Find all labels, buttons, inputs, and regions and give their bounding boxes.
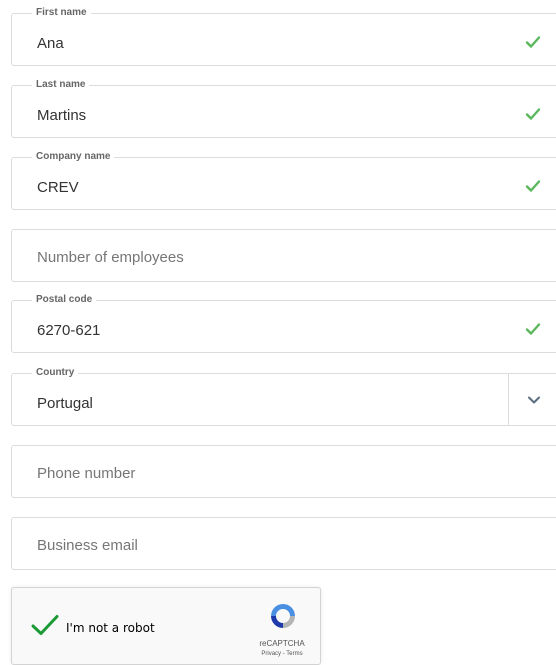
employees-field[interactable]: Number of employees: [11, 229, 556, 282]
company-name-value[interactable]: CREV: [37, 179, 79, 197]
recaptcha-brand: reCAPTCHA: [259, 639, 305, 648]
email-placeholder[interactable]: Business email: [37, 537, 138, 555]
first-name-value[interactable]: Ana: [37, 35, 64, 53]
company-name-label: Company name: [32, 151, 115, 163]
first-name-field[interactable]: First name Ana: [11, 7, 556, 66]
recaptcha-logo-icon: [271, 604, 295, 628]
checkmark-icon: [525, 36, 541, 48]
recaptcha-links[interactable]: Privacy - Terms: [232, 651, 332, 657]
captcha-label[interactable]: I'm not a robot: [66, 621, 155, 635]
email-field[interactable]: Business email: [11, 517, 556, 570]
postal-code-label: Postal code: [32, 294, 97, 306]
checkmark-icon: [525, 108, 541, 120]
phone-placeholder[interactable]: Phone number: [37, 465, 135, 483]
last-name-value[interactable]: Martins: [37, 107, 86, 125]
employees-placeholder[interactable]: Number of employees: [37, 249, 184, 267]
checkmark-icon: [525, 180, 541, 192]
captcha-checkbox[interactable]: [31, 614, 59, 636]
last-name-field[interactable]: Last name Martins: [11, 79, 556, 138]
select-divider: [508, 374, 509, 425]
phone-field[interactable]: Phone number: [11, 445, 556, 498]
checkmark-icon: [525, 323, 541, 335]
chevron-down-icon[interactable]: [527, 395, 541, 405]
postal-code-value[interactable]: 6270-621: [37, 322, 100, 340]
recaptcha-widget: I'm not a robot reCAPTCHA Privacy - Term…: [11, 587, 321, 665]
country-select[interactable]: Country Portugal: [11, 367, 556, 426]
country-value[interactable]: Portugal: [37, 395, 93, 413]
last-name-label: Last name: [32, 79, 90, 91]
first-name-label: First name: [32, 7, 91, 19]
country-label: Country: [32, 367, 79, 379]
company-name-field[interactable]: Company name CREV: [11, 151, 556, 210]
postal-code-field[interactable]: Postal code 6270-621: [11, 294, 556, 353]
